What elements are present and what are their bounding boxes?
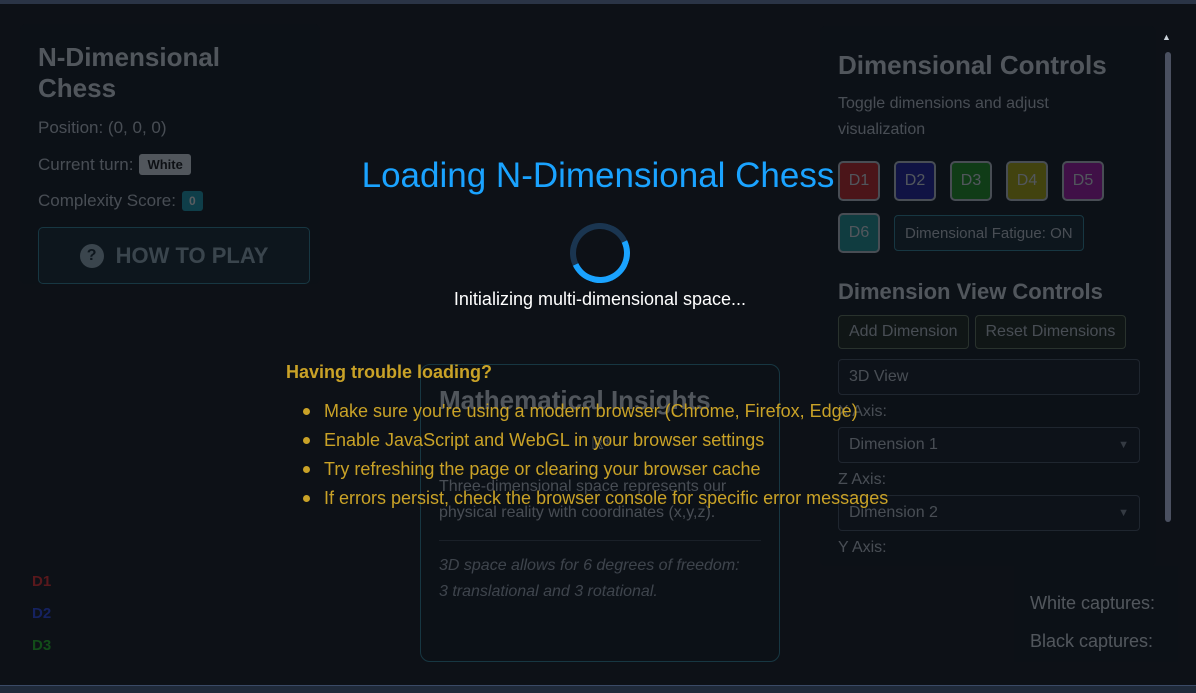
loading-trouble-section: Having trouble loading? Make sure you're…	[286, 362, 986, 513]
trouble-tips-list: Make sure you're using a modern browser …	[286, 397, 986, 513]
loading-message: Initializing multi-dimensional space...	[453, 289, 747, 309]
trouble-title: Having trouble loading?	[286, 362, 492, 382]
window-bottom-border	[0, 685, 1196, 693]
trouble-tip: If errors persist, check the browser con…	[286, 484, 986, 513]
loading-spinner-icon	[561, 214, 639, 292]
loading-title: Loading N-Dimensional Chess	[361, 156, 835, 195]
trouble-tip: Try refreshing the page or clearing your…	[286, 455, 986, 484]
trouble-tip: Enable JavaScript and WebGL in your brow…	[286, 426, 986, 455]
loading-overlay: Loading N-Dimensional Chess Initializing…	[0, 4, 1196, 685]
trouble-tip: Make sure you're using a modern browser …	[286, 397, 986, 426]
